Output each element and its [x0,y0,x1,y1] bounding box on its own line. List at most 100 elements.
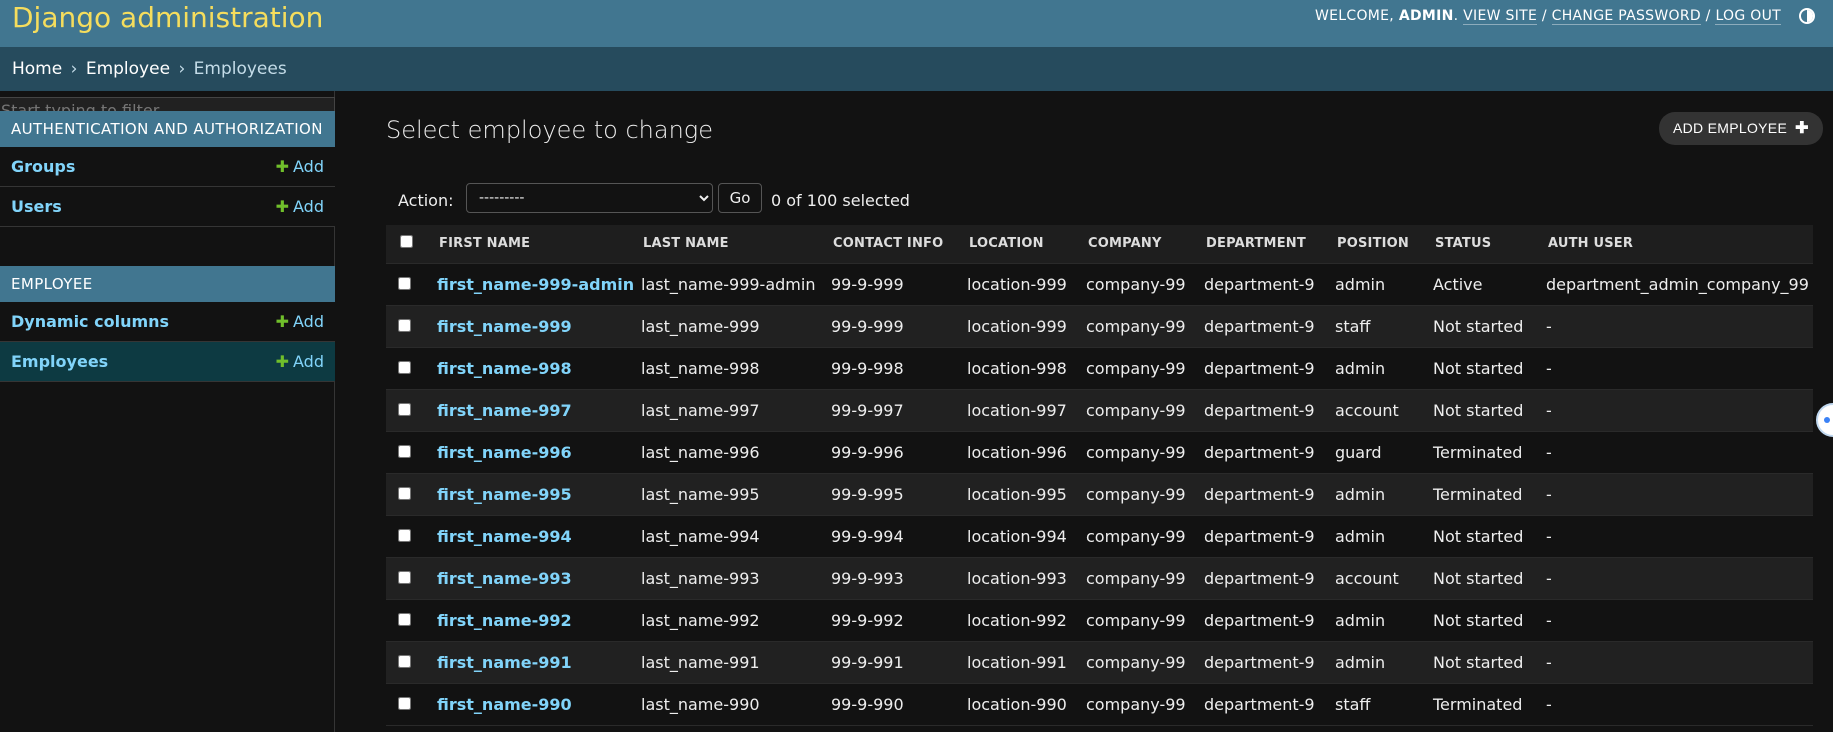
cell-auth-user: department_admin_company_99 [1541,263,1813,305]
row-checkbox[interactable] [398,276,411,290]
row-checkbox[interactable] [398,444,411,458]
employee-link[interactable]: first_name-993 [437,569,572,588]
add-dynamic-columns-link[interactable]: ✚ Add [276,302,324,342]
column-header-location[interactable]: Location [962,225,1081,263]
cell-status: Not started [1428,515,1541,557]
row-checkbox[interactable] [398,612,411,626]
sidebar-item-label[interactable]: Dynamic columns [11,302,169,342]
user-tools: Welcome, admin. View site / Change passw… [1314,8,1781,25]
column-header-first-name[interactable]: First name [432,225,636,263]
plus-icon: ✚ [275,157,290,176]
cell-contact-info: 99-9-999 [826,263,962,305]
cell-auth-user: - [1541,347,1813,389]
employee-link[interactable]: first_name-999-admin [437,275,634,294]
cell-auth-user: - [1541,683,1813,725]
row-checkbox[interactable] [398,696,411,710]
cell-status: Not started [1428,557,1541,599]
row-checkbox[interactable] [398,654,411,668]
cell-contact-info: 99-9-991 [826,641,962,683]
cell-last-name: last_name-996 [636,431,826,473]
add-label: Add [293,197,324,216]
site-title[interactable]: Django administration [12,0,323,36]
add-employee-button[interactable]: Add Employee ✚ [1659,112,1823,145]
column-header-department[interactable]: Department [1199,225,1330,263]
cell-company: company-99 [1081,683,1199,725]
employee-link[interactable]: first_name-992 [437,611,572,630]
cell-last-name: last_name-994 [636,515,826,557]
cell-auth-user: - [1541,557,1813,599]
cell-auth-user: - [1541,641,1813,683]
cell-first-name: first_name-992 [432,599,636,641]
theme-toggle-icon[interactable] [1799,8,1815,24]
table-row: first_name-991 last_name-991 99-9-991 locat… [386,641,1813,683]
cell-status: Not started [1428,305,1541,347]
add-users-link[interactable]: ✚ Add [276,187,324,227]
column-header-company[interactable]: Company [1081,225,1199,263]
cell-company: company-99 [1081,305,1199,347]
sidebar-item-groups: Groups ✚ Add [0,147,335,187]
table-header-row: First name Last name Contact info Locati… [386,225,1813,263]
cell-auth-user: - [1541,389,1813,431]
sidebar-item-label[interactable]: Users [11,187,62,227]
row-checkbox[interactable] [398,570,411,584]
employee-link[interactable]: first_name-998 [437,359,572,378]
cell-contact-info: 99-9-997 [826,389,962,431]
add-label: Add [293,157,324,176]
view-site-link[interactable]: View site [1463,8,1538,25]
breadcrumb-home[interactable]: Home [12,59,62,79]
cell-first-name: first_name-998 [432,347,636,389]
cell-company: company-99 [1081,389,1199,431]
cell-auth-user: - [1541,515,1813,557]
row-checkbox[interactable] [398,486,411,500]
change-password-link[interactable]: Change password [1551,8,1701,25]
go-button[interactable]: Go [718,183,762,213]
row-checkbox[interactable] [398,528,411,542]
add-label: Add [293,352,324,371]
module-caption-auth[interactable]: Authentication and Authorization [0,111,335,147]
header: Django administration Welcome, admin. Vi… [0,0,1833,47]
column-header-contact-info[interactable]: Contact info [826,225,962,263]
add-employees-link[interactable]: ✚ Add [276,342,324,382]
action-select[interactable]: --------- [466,183,713,213]
cell-last-name: last_name-997 [636,389,826,431]
sidebar-item-users: Users ✚ Add [0,187,335,227]
module-caption-employee[interactable]: Employee [0,266,335,302]
employee-link[interactable]: first_name-996 [437,443,572,462]
employee-link[interactable]: first_name-990 [437,695,572,714]
employee-link[interactable]: first_name-994 [437,527,572,546]
cell-department: department-9 [1199,431,1330,473]
cell-status: Not started [1428,347,1541,389]
sidebar-item-label[interactable]: Employees [11,342,108,382]
cell-last-name: last_name-990 [636,683,826,725]
row-checkbox[interactable] [398,318,411,332]
cell-location: location-992 [962,599,1081,641]
cell-department: department-9 [1199,389,1330,431]
column-header-auth-user[interactable]: Auth user [1541,225,1813,263]
cell-location: location-991 [962,641,1081,683]
cell-company: company-99 [1081,347,1199,389]
employee-link[interactable]: first_name-995 [437,485,572,504]
add-groups-link[interactable]: ✚ Add [276,147,324,187]
row-checkbox[interactable] [398,402,411,416]
column-header-last-name[interactable]: Last name [636,225,826,263]
row-select-cell [386,599,432,641]
cell-last-name: last_name-991 [636,641,826,683]
log-out-link[interactable]: Log out [1715,8,1781,25]
cell-position: account [1330,389,1428,431]
sidebar-item-label[interactable]: Groups [11,147,75,187]
breadcrumb-current: Employees [193,59,287,79]
breadcrumb-separator: › [178,59,186,79]
column-header-status[interactable]: Status [1428,225,1541,263]
employee-link[interactable]: first_name-997 [437,401,572,420]
cell-department: department-9 [1199,473,1330,515]
row-checkbox[interactable] [398,360,411,374]
employee-link[interactable]: first_name-999 [437,317,572,336]
select-all-checkbox[interactable] [400,235,413,249]
cell-status: Not started [1428,641,1541,683]
cell-auth-user: - [1541,305,1813,347]
breadcrumb-app[interactable]: Employee [86,59,170,79]
column-header-position[interactable]: Position [1330,225,1428,263]
employee-link[interactable]: first_name-991 [437,653,572,672]
cell-location: location-994 [962,515,1081,557]
table-row: first_name-993 last_name-993 99-9-993 locat… [386,557,1813,599]
